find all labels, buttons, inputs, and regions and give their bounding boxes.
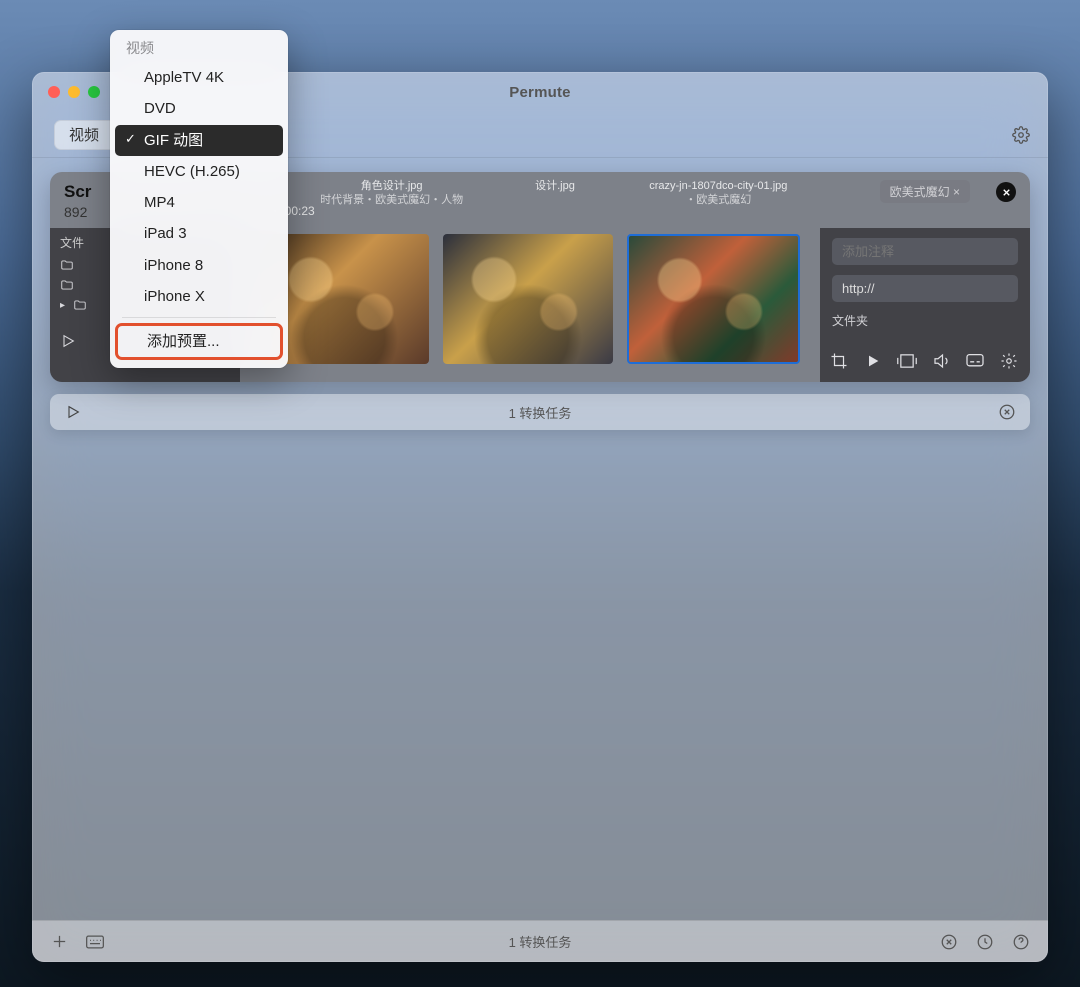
- traffic-lights: [48, 86, 100, 98]
- card-title: Scr: [64, 182, 91, 201]
- menu-item-iphonex[interactable]: iPhone X: [110, 281, 288, 312]
- frame-icon: [897, 352, 917, 370]
- file-name: 角色设计.jpg时代背景・欧美式魔幻・人物: [310, 180, 473, 208]
- task-row: 1 转换任务: [50, 394, 1030, 430]
- note-input[interactable]: [832, 238, 1018, 265]
- file-name-row: 角色设计.jpg时代背景・欧美式魔幻・人物 设计.jpg crazy-jn-18…: [310, 180, 800, 208]
- plus-icon: [51, 933, 68, 950]
- folder-icon: [60, 278, 74, 292]
- gear-icon: [1000, 352, 1018, 370]
- volume-button[interactable]: [930, 350, 952, 372]
- menu-item-appletv4k[interactable]: AppleTV 4K: [110, 62, 288, 93]
- window-close-button[interactable]: [48, 86, 60, 98]
- menu-item-gif[interactable]: GIF 动图: [115, 125, 283, 156]
- speaker-icon: [931, 352, 951, 370]
- keyboard-button[interactable]: [84, 931, 106, 953]
- menu-item-hevc[interactable]: HEVC (H.265): [110, 156, 288, 187]
- settings-button[interactable]: [1008, 122, 1034, 148]
- card-settings-button[interactable]: [998, 350, 1020, 372]
- menu-item-iphone8[interactable]: iPhone 8: [110, 250, 288, 281]
- format-dropdown-button[interactable]: 视频: [54, 120, 118, 150]
- menu-item-mp4[interactable]: MP4: [110, 187, 288, 218]
- thumbnail-selected[interactable]: [627, 234, 800, 364]
- menu-item-dvd[interactable]: DVD: [110, 93, 288, 124]
- folder-icon: [73, 298, 87, 312]
- window-minimize-button[interactable]: [68, 86, 80, 98]
- menu-item-add-preset[interactable]: 添加预置...: [115, 323, 283, 360]
- menu-item-ipad3[interactable]: iPad 3: [110, 218, 288, 249]
- subtitle-button[interactable]: [964, 350, 986, 372]
- folder-icon: [60, 258, 74, 272]
- card-close-button[interactable]: [996, 182, 1016, 202]
- add-button[interactable]: [48, 931, 70, 953]
- url-input[interactable]: [832, 275, 1018, 302]
- close-circle-icon: [940, 933, 958, 951]
- window-maximize-button[interactable]: [88, 86, 100, 98]
- play-triangle-icon: [865, 353, 881, 369]
- task-cancel-button[interactable]: [996, 401, 1018, 423]
- bottombar-label: 1 转换任务: [509, 932, 572, 951]
- task-play-button[interactable]: [62, 401, 84, 423]
- task-row-label: 1 转换任务: [509, 403, 572, 422]
- file-name: crazy-jn-1807dco-city-01.jpg・欧美式魔幻: [637, 180, 800, 208]
- gear-icon: [1012, 126, 1030, 144]
- thumbnail[interactable]: [443, 234, 612, 364]
- cancel-all-button[interactable]: [938, 931, 960, 953]
- close-circle-icon: [998, 403, 1016, 421]
- tag-chip[interactable]: 欧美式魔幻 ×: [880, 180, 970, 203]
- format-dropdown-label: 视频: [69, 124, 99, 145]
- clock-icon: [976, 933, 994, 951]
- bottom-bar: 1 转换任务: [32, 920, 1048, 962]
- menu-separator: [122, 317, 276, 318]
- format-dropdown-menu: 视频 AppleTV 4K DVD GIF 动图 HEVC (H.265) MP…: [110, 30, 288, 368]
- play-outline-icon: [60, 333, 76, 349]
- keyboard-icon: [85, 934, 105, 950]
- help-button[interactable]: [1010, 931, 1032, 953]
- menu-section-label: 视频: [110, 36, 288, 62]
- crop-icon: [830, 352, 848, 370]
- question-circle-icon: [1012, 933, 1030, 951]
- close-icon: [1001, 187, 1012, 198]
- folder-section-label: 文件夹: [832, 312, 1018, 329]
- crop-button[interactable]: [828, 350, 850, 372]
- play-triangle-button[interactable]: [862, 350, 884, 372]
- frame-scale-button[interactable]: [896, 350, 918, 372]
- file-name: 设计.jpg: [473, 180, 636, 208]
- subtitle-icon: [965, 353, 985, 369]
- card-tool-row: [828, 350, 1020, 372]
- play-outline-icon: [65, 404, 81, 420]
- thumbnail-row: [260, 234, 800, 364]
- history-button[interactable]: [974, 931, 996, 953]
